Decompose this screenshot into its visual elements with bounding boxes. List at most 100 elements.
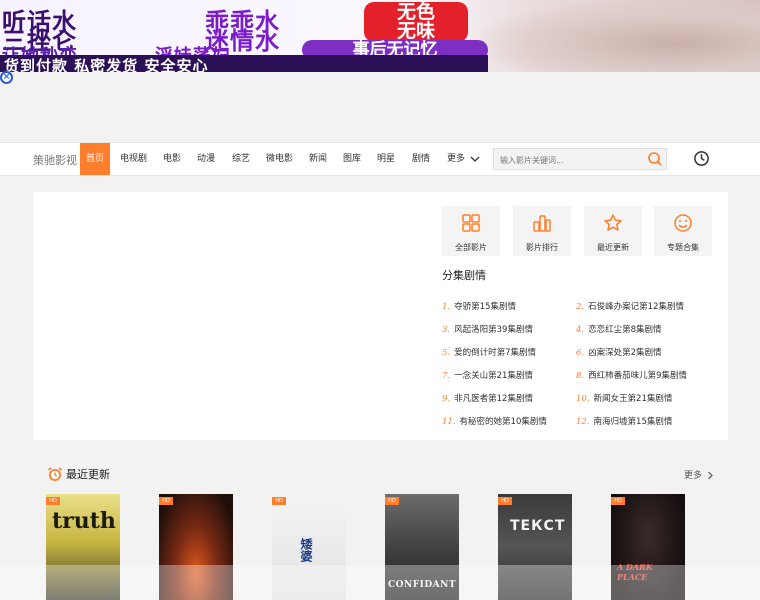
quicklink-label: 影片排行 [526,243,558,252]
episode-link[interactable]: 8. 西红柿番茄味儿第9集剧情 [576,369,687,381]
episode-number: 1. [442,302,451,312]
video-player-area[interactable] [33,192,428,440]
episode-title: 风起洛阳第39集剧情 [454,325,533,335]
grid-icon [462,214,480,232]
poster-image [498,494,572,600]
episode-link[interactable]: 2. 石俊峰办案记第12集剧情 [576,300,684,312]
alarm-clock-icon [47,467,63,481]
chevron-down-icon [470,156,480,162]
episode-title: 爱的倒计时第7集剧情 [454,348,537,358]
episode-link[interactable]: 1. 夺骄第15集剧情 [442,300,516,312]
poster-image [159,494,233,600]
quicklink-label: 全部影片 [455,243,487,252]
nav-item-micro-film[interactable]: 微电影 [266,143,293,175]
episode-link[interactable]: 11. 有秘密的她第10集剧情 [442,415,547,427]
episode-link[interactable]: 4. 恋恋红尘第8集剧情 [576,323,662,335]
episode-title: 有秘密的她第10集剧情 [459,417,547,427]
hd-badge: HD [611,497,625,505]
episode-number: 2. [576,302,585,312]
hd-badge: HD [159,497,173,505]
nav-item-tv[interactable]: 电视剧 [120,143,147,175]
recent-section-title: 最近更新 [66,468,110,481]
poster-card[interactable]: truth HD [46,494,120,600]
poster-title: 矮婆 [299,538,313,562]
nav-item-movie[interactable]: 电影 [163,143,181,175]
poster-image [611,494,685,600]
episode-link[interactable]: 12. 南海归墟第15集剧情 [576,415,672,427]
episode-number: 3. [442,325,451,335]
episode-title: 新闻女王第21集剧情 [593,394,673,404]
history-clock-icon[interactable] [693,150,710,167]
episode-number: 6. [576,348,585,358]
episode-link[interactable]: 5. 爱的倒计时第7集剧情 [442,346,536,358]
quicklink-ranking[interactable]: 影片排行 [513,206,571,256]
ad-red-box: 无色 无味 [364,2,468,42]
poster-title: truth [52,508,116,534]
quicklink-latest[interactable]: 最近更新 [584,206,642,256]
search-input[interactable] [494,149,650,171]
episode-title: 石俊峰办案记第12集剧情 [588,302,684,312]
chevron-right-icon [707,471,713,480]
episode-link[interactable]: 6. 凶案深处第2集剧情 [576,346,662,358]
nav-item-gallery[interactable]: 图库 [343,143,361,175]
quicklink-all-films[interactable]: 全部影片 [442,206,500,256]
episode-title: 非凡医者第12集剧情 [454,394,533,404]
episode-title: 一念关山第21集剧情 [454,371,533,381]
smiley-icon [674,214,692,232]
hd-badge: HD [498,497,512,505]
quicklink-topics[interactable]: 专题合集 [654,206,712,256]
site-logo[interactable]: 策驰影视 [33,152,77,168]
episode-number: 12. [576,417,590,427]
ad-text: 无味 [396,20,435,42]
close-ad-icon[interactable]: × [0,71,13,84]
nav-item-home[interactable]: 首页 [80,143,110,175]
ad-photo [480,0,760,72]
poster-card[interactable]: A DARK PLACE HD [611,494,685,600]
episode-title: 夺骄第15集剧情 [454,302,516,312]
quicklink-label: 专题合集 [667,243,699,252]
more-link[interactable]: 更多 [684,468,714,481]
episode-link[interactable]: 9. 非凡医者第12集剧情 [442,392,533,404]
poster-title: A DARK PLACE [617,562,653,582]
episode-title: 西红柿番茄味儿第9集剧情 [588,371,688,381]
recent-section-header: 最近更新 更多 [33,458,728,488]
episode-link[interactable]: 7. 一念关山第21集剧情 [442,369,533,381]
episode-title: 凶案深处第2集剧情 [588,348,662,358]
star-icon [604,214,622,231]
search-box [493,148,667,171]
poster-card[interactable]: 矮婆 HD [272,494,346,600]
episode-number: 11. [442,417,456,427]
nav-item-plot[interactable]: 剧情 [412,143,430,175]
episode-number: 8. [576,371,585,381]
nav-item-more[interactable]: 更多 [447,143,480,175]
episode-link[interactable]: 3. 风起洛阳第39集剧情 [442,323,533,335]
nav-more-label: 更多 [447,154,466,164]
poster-card[interactable]: ТЕКСТ HD [498,494,572,600]
bar-chart-icon [533,215,551,232]
ad-banner[interactable]: 听话水 三挫仑 让她秒变 乖乖水 迷情水 淫娃荡妇 无色 无味 事后无记忆 货到… [0,0,760,72]
hd-badge: HD [272,497,286,505]
quicklink-label: 最近更新 [597,243,629,252]
poster-card[interactable]: CONFIDANT HD [385,494,459,600]
nav-item-stars[interactable]: 明星 [377,143,395,175]
main-panel: 全部影片 影片排行 最近更新 专题合集 分集剧情 1. 夺骄第15集剧情 2. 石俊… [33,192,728,440]
episode-number: 4. [576,325,585,335]
search-icon[interactable] [647,151,663,167]
nav-item-variety[interactable]: 综艺 [232,143,250,175]
main-navbar: 策驰影视 首页 电视剧 电影 动漫 综艺 微电影 新闻 图库 明星 剧情 更多 [0,142,760,176]
episode-number: 9. [442,394,451,404]
episodes-heading: 分集剧情 [442,269,486,282]
nav-item-news[interactable]: 新闻 [309,143,327,175]
nav-item-anime[interactable]: 动漫 [197,143,215,175]
hd-badge: HD [385,497,399,505]
episode-number: 7. [442,371,451,381]
poster-title: ТЕКСТ [510,518,566,534]
poster-card[interactable]: HD [159,494,233,600]
more-label: 更多 [684,471,703,481]
poster-title: CONFIDANT [388,580,457,590]
episode-number: 10. [576,394,590,404]
episode-title: 恋恋红尘第8集剧情 [588,325,662,335]
episode-title: 南海归墟第15集剧情 [593,417,673,427]
hd-badge: HD [46,497,60,505]
episode-link[interactable]: 10. 新闻女王第21集剧情 [576,392,672,404]
